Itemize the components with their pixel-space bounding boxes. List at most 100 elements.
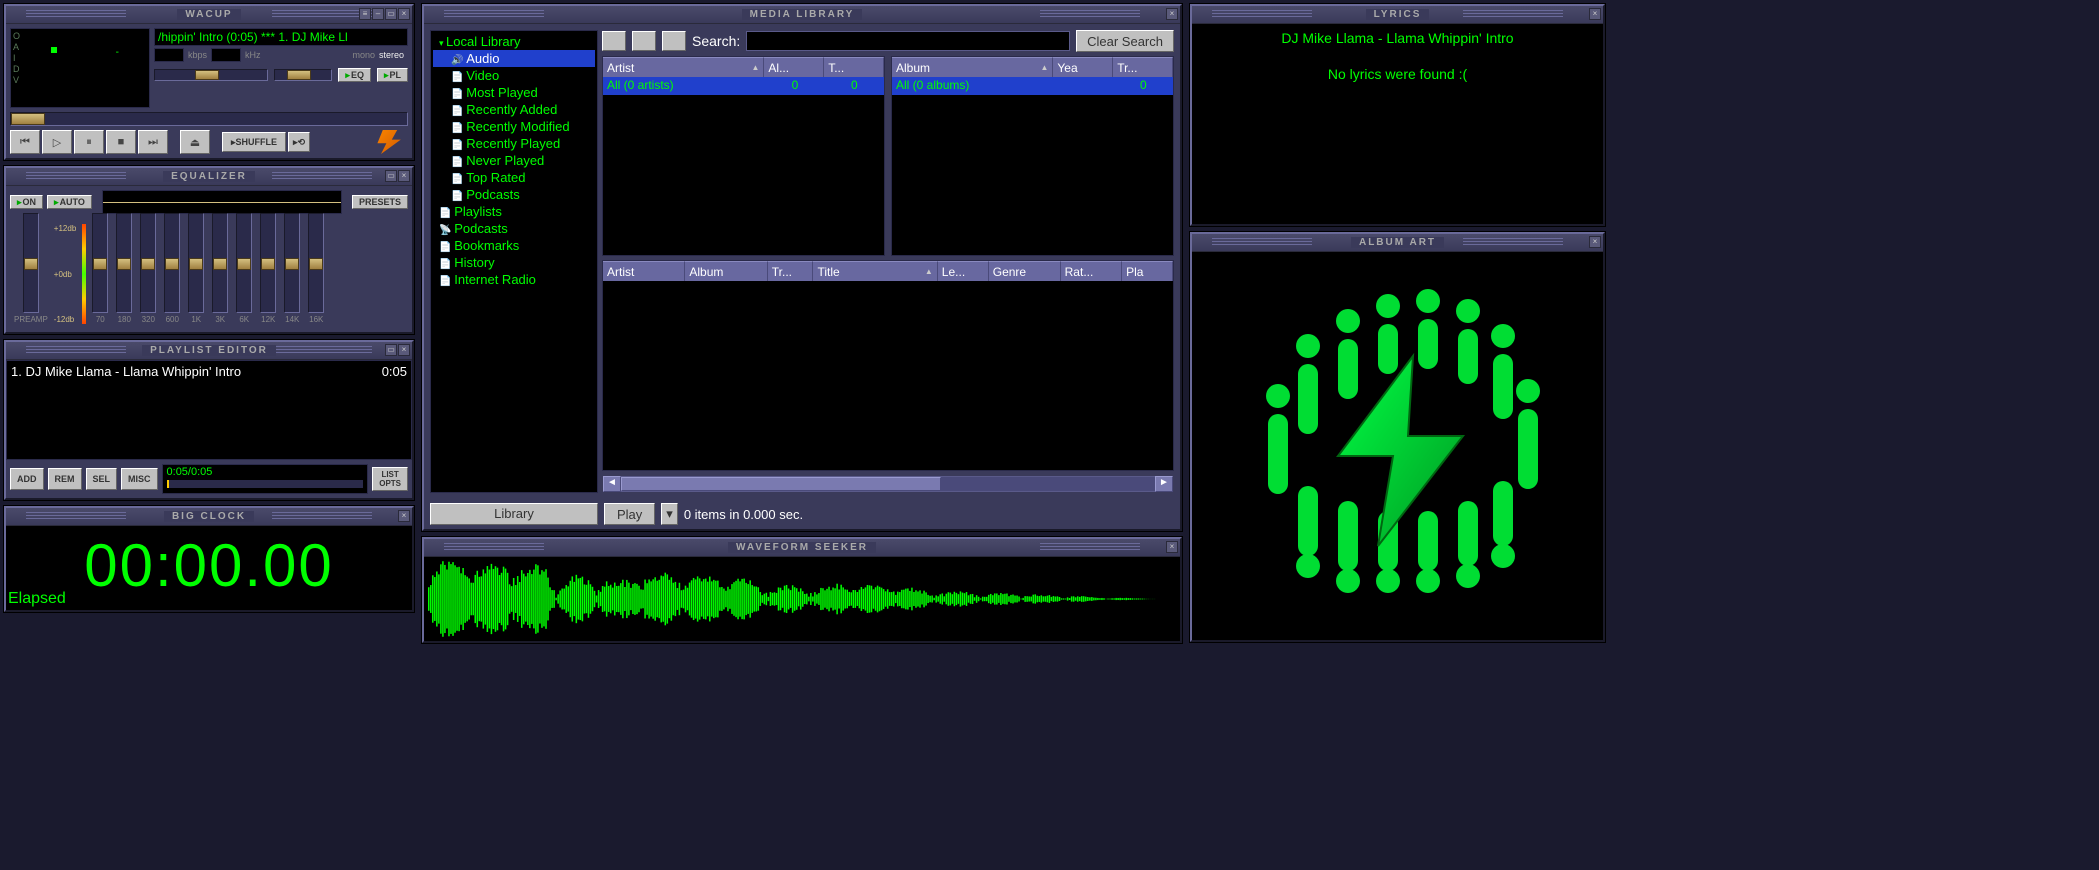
playlist-list[interactable]: 1. DJ Mike Llama - Llama Whippin' Intro …: [6, 360, 412, 460]
play-button[interactable]: ▷: [42, 130, 72, 154]
tree-video[interactable]: Video: [433, 67, 595, 84]
bigclock-display[interactable]: 00:00.00 Elapsed: [6, 526, 412, 610]
eq-band-1K[interactable]: [188, 213, 204, 313]
bigclock-close-icon[interactable]: ×: [398, 510, 410, 522]
pl-sel-button[interactable]: SEL: [86, 468, 118, 490]
eq-auto-button[interactable]: AUTO: [47, 195, 92, 209]
tracks-pane[interactable]: ArtistAlbumTr...Title▲Le...GenreRat...Pl…: [602, 260, 1174, 471]
track-col-album[interactable]: Album: [685, 261, 767, 281]
col-artist[interactable]: Artist▲: [603, 57, 764, 77]
scroll-left-icon[interactable]: ◄: [603, 476, 621, 492]
minimize-icon[interactable]: –: [372, 8, 384, 20]
tree-recently-played[interactable]: Recently Played: [433, 135, 595, 152]
ml-play-menu-button[interactable]: ▾: [661, 503, 678, 525]
tree-top-rated[interactable]: Top Rated: [433, 169, 595, 186]
shuffle-button[interactable]: ▸SHUFFLE: [222, 132, 286, 152]
track-col-le[interactable]: Le...: [938, 261, 989, 281]
ml-titlebar[interactable]: MEDIA LIBRARY ×: [424, 6, 1180, 24]
search-input[interactable]: [746, 31, 1070, 51]
tree-internet-radio[interactable]: Internet Radio: [433, 271, 595, 288]
albumart-titlebar[interactable]: ALBUM ART ×: [1192, 234, 1603, 252]
clear-search-button[interactable]: Clear Search: [1076, 30, 1174, 52]
waveform-titlebar[interactable]: WAVEFORM SEEKER ×: [424, 539, 1180, 557]
eq-presets-button[interactable]: PRESETS: [352, 195, 408, 209]
tree-recently-modified[interactable]: Recently Modified: [433, 118, 595, 135]
eq-shade-icon[interactable]: ▭: [385, 170, 397, 182]
playlist-item[interactable]: 1. DJ Mike Llama - Llama Whippin' Intro …: [9, 363, 409, 380]
lyrics-close-icon[interactable]: ×: [1589, 8, 1601, 20]
ml-view1-button[interactable]: [602, 31, 626, 51]
eq-on-button[interactable]: ON: [10, 195, 43, 209]
col-year[interactable]: Yea: [1053, 57, 1113, 77]
volume-slider[interactable]: [154, 69, 268, 81]
pl-toggle-button[interactable]: PL: [377, 68, 408, 82]
eject-button[interactable]: ⏏: [180, 130, 210, 154]
ml-view2-button[interactable]: [632, 31, 656, 51]
wacup-logo-icon[interactable]: [372, 130, 408, 154]
tracks-hscrollbar[interactable]: ◄ ►: [602, 475, 1174, 493]
track-col-pla[interactable]: Pla: [1122, 261, 1173, 281]
album-row-all[interactable]: All (0 albums) 0: [892, 77, 1173, 95]
tree-bookmarks[interactable]: Bookmarks: [433, 237, 595, 254]
tree-most-played[interactable]: Most Played: [433, 84, 595, 101]
lyrics-titlebar[interactable]: LYRICS ×: [1192, 6, 1603, 24]
eq-band-12K[interactable]: [260, 213, 276, 313]
prev-button[interactable]: ⏮: [10, 130, 40, 154]
ml-view3-button[interactable]: [662, 31, 686, 51]
close-icon[interactable]: ×: [398, 8, 410, 20]
stop-button[interactable]: ■: [106, 130, 136, 154]
eq-band-16K[interactable]: [308, 213, 324, 313]
col-tracks[interactable]: Tr...: [1113, 57, 1173, 77]
tree-history[interactable]: History: [433, 254, 595, 271]
album-pane[interactable]: Album▲ Yea Tr... All (0 albums) 0: [891, 56, 1174, 256]
track-col-genre[interactable]: Genre: [989, 261, 1061, 281]
library-button[interactable]: Library: [430, 503, 598, 525]
albumart-display[interactable]: [1192, 252, 1603, 640]
preamp-slider[interactable]: [23, 213, 39, 313]
balance-slider[interactable]: [274, 69, 332, 81]
albumart-close-icon[interactable]: ×: [1589, 236, 1601, 248]
next-button[interactable]: ⏭: [138, 130, 168, 154]
eq-titlebar[interactable]: EQUALIZER ▭ ×: [6, 168, 412, 186]
col-album[interactable]: Album▲: [892, 57, 1053, 77]
shade-icon[interactable]: ▭: [385, 8, 397, 20]
ml-tree[interactable]: Local Library Audio Video Most Played Re…: [430, 30, 598, 493]
tree-playlists[interactable]: Playlists: [433, 203, 595, 220]
visualizer[interactable]: O A I D V -: [10, 28, 150, 108]
eq-band-70[interactable]: [92, 213, 108, 313]
eq-band-3K[interactable]: [212, 213, 228, 313]
tree-podcasts-sub[interactable]: Podcasts: [433, 186, 595, 203]
bigclock-titlebar[interactable]: BIG CLOCK ×: [6, 508, 412, 526]
lyrics-content[interactable]: DJ Mike Llama - Llama Whippin' Intro No …: [1192, 24, 1603, 224]
eq-band-180[interactable]: [116, 213, 132, 313]
pl-add-button[interactable]: ADD: [10, 468, 44, 490]
tree-local-library[interactable]: Local Library: [433, 33, 595, 50]
repeat-button[interactable]: ▸⟲: [288, 132, 310, 152]
eq-band-600[interactable]: [164, 213, 180, 313]
tree-recently-added[interactable]: Recently Added: [433, 101, 595, 118]
tree-audio[interactable]: Audio: [433, 50, 595, 67]
sysmenu-icon[interactable]: ≡: [359, 8, 371, 20]
player-titlebar[interactable]: WACUP ≡ – ▭ ×: [6, 6, 412, 24]
scroll-right-icon[interactable]: ►: [1155, 476, 1173, 492]
tree-podcasts[interactable]: Podcasts: [433, 220, 595, 237]
track-col-artist[interactable]: Artist: [603, 261, 685, 281]
track-col-title[interactable]: Title▲: [813, 261, 937, 281]
artist-row-all[interactable]: All (0 artists) 0 0: [603, 77, 884, 95]
seek-slider[interactable]: [10, 112, 408, 126]
ml-play-button[interactable]: Play: [604, 503, 655, 525]
pause-button[interactable]: ⏸: [74, 130, 104, 154]
eq-close-icon[interactable]: ×: [398, 170, 410, 182]
eq-band-320[interactable]: [140, 213, 156, 313]
pl-shade-icon[interactable]: ▭: [385, 344, 397, 356]
pl-listopts-button[interactable]: LIST OPTS: [372, 467, 408, 491]
eq-band-6K[interactable]: [236, 213, 252, 313]
waveform-close-icon[interactable]: ×: [1166, 541, 1178, 553]
ml-close-icon[interactable]: ×: [1166, 8, 1178, 20]
track-col-tr[interactable]: Tr...: [768, 261, 814, 281]
waveform-display[interactable]: [424, 557, 1180, 641]
pl-mini-seek[interactable]: [167, 480, 364, 488]
col-tr[interactable]: T...: [824, 57, 884, 77]
col-al[interactable]: Al...: [764, 57, 824, 77]
track-marquee[interactable]: /hippin' Intro (0:05) *** 1. DJ Mike Ll: [154, 28, 408, 46]
